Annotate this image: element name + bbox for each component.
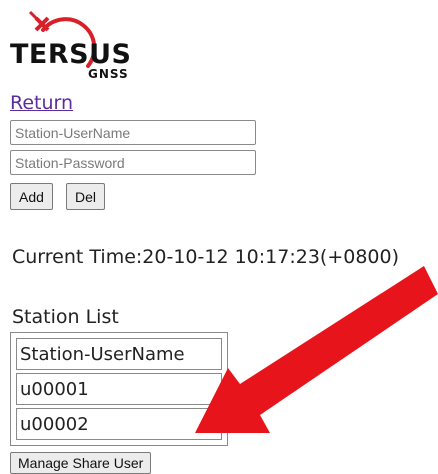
station-username-cell: u00002 xyxy=(16,408,222,440)
station-username-input[interactable] xyxy=(10,120,256,145)
manage-share-user-button[interactable]: Manage Share User xyxy=(10,452,152,474)
station-username-cell: u00001 xyxy=(16,373,222,405)
station-password-input[interactable] xyxy=(10,150,256,175)
tersus-logo-mark: TERSUS GNSS xyxy=(10,10,131,81)
return-link[interactable]: Return xyxy=(10,92,73,114)
logo-brand-text: TERSUS xyxy=(10,39,131,70)
tersus-logo: TERSUS GNSS xyxy=(10,4,150,88)
station-username-column-header: Station-UserName xyxy=(16,338,222,370)
logo-gnss-text: GNSS xyxy=(88,67,129,81)
station-list-title: Station List xyxy=(12,306,119,328)
station-list-table: Station-UserName u00001 u00002 xyxy=(10,332,228,446)
arrow-shape xyxy=(195,266,438,433)
add-button[interactable]: Add xyxy=(10,183,53,210)
current-time: Current Time:20-10-12 10:17:23(+0800) xyxy=(12,246,400,268)
table-row: u00002 xyxy=(16,408,222,440)
table-header-row: Station-UserName xyxy=(16,338,222,370)
table-row: u00001 xyxy=(16,373,222,405)
delete-button[interactable]: Del xyxy=(66,183,106,210)
